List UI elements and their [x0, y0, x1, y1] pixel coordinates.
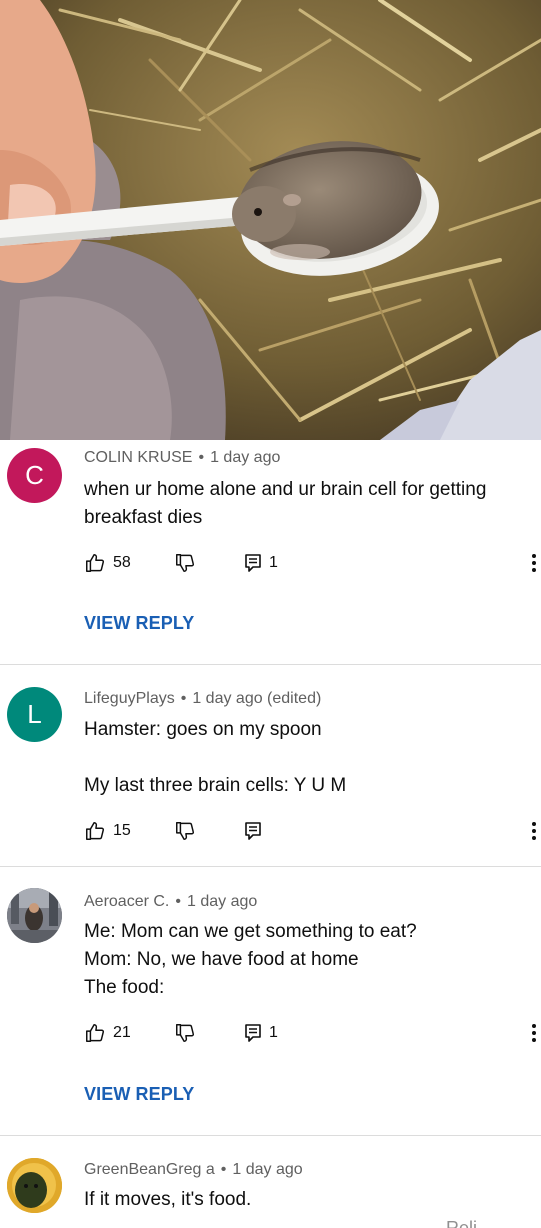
comment-meta: LifeguyPlays • 1 day ago (edited): [84, 690, 321, 708]
cut-off-text: Reli: [446, 1218, 478, 1228]
author-name[interactable]: LifeguyPlays: [84, 690, 175, 707]
more-vert-icon[interactable]: [528, 818, 540, 844]
comment-actions: 15: [84, 818, 536, 844]
author-name[interactable]: GreenBeanGreg a: [84, 1161, 215, 1178]
reply-button[interactable]: [244, 818, 262, 844]
author-name[interactable]: COLIN KRUSE: [84, 449, 192, 466]
comment-time: 1 day ago: [232, 1161, 303, 1178]
author-name[interactable]: Aeroacer C.: [84, 893, 169, 910]
comment-line: breakfast dies: [84, 507, 203, 528]
thumb-up-icon: [86, 1024, 105, 1042]
avatar-photo: [7, 888, 62, 943]
view-reply-button[interactable]: VIEW REPLY: [84, 1084, 194, 1105]
comment-line: The food:: [84, 977, 165, 998]
comment-text: Hamster: goes on my spoon My last three …: [84, 716, 524, 800]
avatar[interactable]: [7, 888, 62, 943]
separator-dot: •: [220, 1161, 227, 1178]
comment-time: 1 day ago (edited): [192, 690, 322, 707]
like-count: 21: [113, 1024, 131, 1041]
reply-icon: [245, 822, 261, 840]
comment-actions: 58 1: [84, 550, 536, 576]
thumb-down-icon: [176, 554, 195, 572]
avatar[interactable]: C: [7, 448, 62, 503]
thumb-down-icon: [176, 1024, 195, 1042]
comment-line: My last three brain cells: Y U M: [84, 775, 347, 796]
comment-text: Me: Mom can we get something to eat? Mom…: [84, 918, 524, 1002]
like-button[interactable]: 58: [84, 550, 131, 576]
like-count: 15: [113, 822, 131, 839]
comment-text: If it moves, it's food.: [84, 1186, 524, 1214]
comment-meta: COLIN KRUSE • 1 day ago: [84, 449, 280, 467]
comment: C COLIN KRUSE • 1 day ago when ur home alo…: [0, 440, 541, 665]
thumb-up-icon: [86, 554, 105, 572]
reply-count: 1: [269, 1024, 278, 1041]
comment: L LifeguyPlays • 1 day ago (edited) Hamste…: [0, 665, 541, 865]
avatar[interactable]: [7, 1158, 62, 1213]
thumb-down-icon: [176, 822, 195, 840]
like-button[interactable]: 21: [84, 1020, 131, 1046]
separator-dot: •: [198, 449, 205, 466]
view-reply-button[interactable]: VIEW REPLY: [84, 613, 194, 634]
comment: GreenBeanGreg a • 1 day ago If it moves, i…: [0, 1136, 541, 1228]
reply-button[interactable]: 1: [244, 550, 278, 576]
comment-line: Hamster: goes on my spoon: [84, 719, 322, 740]
dislike-button[interactable]: [174, 550, 196, 576]
comment-actions: 21 1: [84, 1020, 536, 1046]
comment-line: when ur home alone and ur brain cell for…: [84, 479, 487, 500]
more-vert-icon[interactable]: [528, 550, 540, 576]
comment-meta: Aeroacer C. • 1 day ago: [84, 893, 257, 911]
avatar-photo: [7, 1158, 62, 1213]
comment-line: Me: Mom can we get something to eat?: [84, 921, 417, 942]
comment-line: Mom: No, we have food at home: [84, 949, 359, 970]
dislike-button[interactable]: [174, 818, 196, 844]
comment-text: when ur home alone and ur brain cell for…: [84, 476, 524, 532]
like-count: 58: [113, 554, 131, 571]
comment-line: If it moves, it's food.: [84, 1189, 252, 1210]
separator-dot: •: [180, 690, 187, 707]
comment-line-blank: [84, 744, 524, 772]
comment-time: 1 day ago: [186, 893, 258, 910]
comment: Aeroacer C. • 1 day ago Me: Mom can we get…: [0, 867, 541, 1135]
reply-button[interactable]: 1: [244, 1020, 278, 1046]
thumb-up-icon: [86, 822, 105, 840]
reply-count: 1: [269, 554, 278, 571]
like-button[interactable]: 15: [84, 818, 131, 844]
comment-meta: GreenBeanGreg a • 1 day ago: [84, 1161, 303, 1179]
hamster-spoon-photo: [0, 0, 541, 440]
reply-icon: [245, 1024, 261, 1042]
avatar[interactable]: L: [7, 687, 62, 742]
more-vert-icon[interactable]: [528, 1020, 540, 1046]
separator-dot: •: [175, 893, 181, 910]
dislike-button[interactable]: [174, 1020, 196, 1046]
reply-icon: [245, 554, 261, 572]
comment-time: 1 day ago: [210, 449, 281, 466]
